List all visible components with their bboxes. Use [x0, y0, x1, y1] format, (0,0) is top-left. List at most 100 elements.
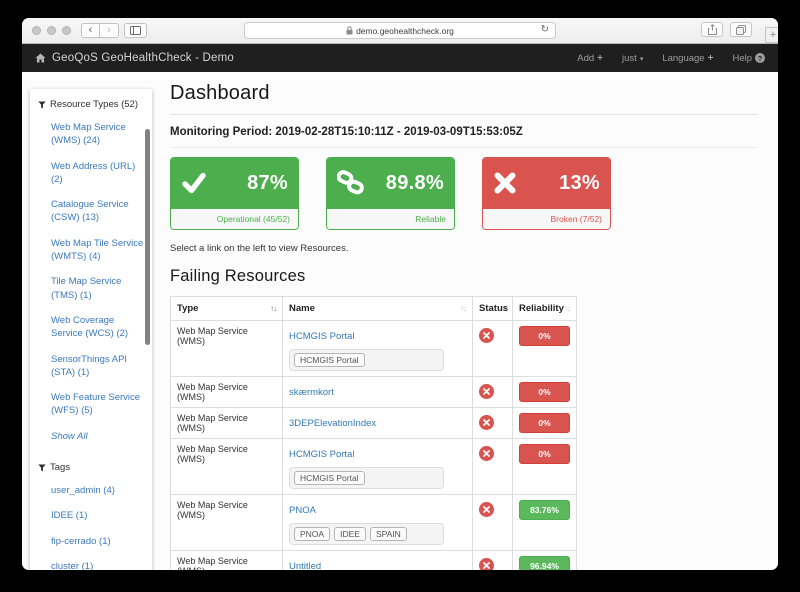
- resource-types-section: Resource Types (52) Web Map Service (WMS…: [38, 99, 146, 443]
- browser-chrome: ‹ › demo.geohealthcheck.org ↻ +: [22, 18, 778, 44]
- share-icon: [708, 24, 717, 35]
- home-icon[interactable]: [35, 53, 46, 63]
- sort-icon: ↑↓: [564, 304, 570, 313]
- table-row: Web Map Service (WMS) Untitled 96.94%: [171, 551, 577, 571]
- status-cell: [473, 408, 513, 439]
- tag-chip[interactable]: IDEE: [334, 527, 366, 541]
- plus-icon: +: [708, 53, 714, 64]
- sidebar-tag-idee[interactable]: IDEE (1): [38, 509, 146, 522]
- reliability-button[interactable]: 96.94%: [519, 556, 570, 570]
- url-text: demo.geohealthcheck.org: [356, 26, 454, 36]
- sidebar-item-tms[interactable]: Tile Map Service (TMS) (1): [38, 275, 146, 302]
- app-brand[interactable]: GeoQoS GeoHealthCheck - Demo: [52, 52, 234, 64]
- resource-link[interactable]: HCMGIS Portal: [289, 330, 354, 344]
- resource-type: Web Map Service (WMS): [171, 321, 283, 377]
- sidebar-show-all[interactable]: Show All: [38, 430, 146, 443]
- operational-label: Operational (45/52): [171, 208, 298, 229]
- address-bar[interactable]: demo.geohealthcheck.org ↻: [244, 22, 556, 39]
- navbar-item-language[interactable]: Language+: [662, 53, 713, 64]
- reliability-button[interactable]: 83.76%: [519, 500, 570, 520]
- status-error-icon[interactable]: [479, 415, 494, 430]
- resource-type: Web Map Service (WMS): [171, 439, 283, 495]
- reliability-button[interactable]: 0%: [519, 444, 570, 464]
- new-tab-button[interactable]: +: [765, 27, 778, 43]
- resource-link[interactable]: HCMGIS Portal: [289, 448, 354, 462]
- tag-list: PNOA IDEE SPAIN: [289, 523, 444, 545]
- link-icon: [337, 170, 364, 196]
- reliability-button[interactable]: 0%: [519, 413, 570, 433]
- sidebar-item-url[interactable]: Web Address (URL) (2): [38, 160, 146, 187]
- broken-label: Broken (7/52): [483, 208, 610, 229]
- hint-text: Select a link on the left to view Resour…: [170, 243, 758, 254]
- reliable-label: Reliable: [327, 208, 454, 229]
- status-cards: 87% Operational (45/52) 89.8% Reliable 1…: [170, 157, 758, 230]
- sidebar-icon: [130, 26, 141, 35]
- resource-types-header: Resource Types (52): [38, 99, 146, 110]
- check-icon: [181, 170, 207, 196]
- status-cell: [473, 377, 513, 408]
- reliable-card: 89.8% Reliable: [326, 157, 455, 230]
- zoom-window-button[interactable]: [62, 26, 71, 35]
- broken-percent: 13%: [559, 172, 600, 195]
- close-window-button[interactable]: [32, 26, 41, 35]
- table-row: Web Map Service (WMS) skærmkort 0%: [171, 377, 577, 408]
- column-header-reliability[interactable]: ↑↓Reliability: [513, 297, 577, 321]
- back-button[interactable]: ‹: [81, 23, 100, 38]
- status-error-icon[interactable]: [479, 328, 494, 343]
- sidebar-tag-fip-cerrado[interactable]: fip-cerrado (1): [38, 535, 146, 548]
- status-error-icon[interactable]: [479, 558, 494, 570]
- sidebar-toggle-button[interactable]: [124, 23, 147, 38]
- sidebar-item-wfs[interactable]: Web Feature Service (WFS) (5): [38, 391, 146, 418]
- column-header-name[interactable]: ↑↓Name: [283, 297, 473, 321]
- broken-card: 13% Broken (7/52): [482, 157, 611, 230]
- column-header-status[interactable]: ↑↓Status: [473, 297, 513, 321]
- navbar-item-add[interactable]: Add+: [577, 53, 603, 64]
- resource-link[interactable]: 3DEPElevationIndex: [289, 417, 376, 431]
- app-navbar: GeoQoS GeoHealthCheck - Demo Add+ just▾ …: [22, 44, 778, 72]
- resource-link[interactable]: Untitled: [289, 560, 321, 570]
- tabs-icon: [736, 25, 746, 35]
- sidebar-tag-user-admin[interactable]: user_admin (4): [38, 484, 146, 497]
- sidebar-tag-cluster[interactable]: cluster (1): [38, 560, 146, 570]
- sidebar-item-wms[interactable]: Web Map Service (WMS) (24): [38, 121, 146, 148]
- status-cell: [473, 439, 513, 495]
- chevron-down-icon: ▾: [640, 55, 644, 63]
- monitoring-period: Monitoring Period: 2019-02-28T15:10:11Z …: [170, 126, 758, 148]
- reliability-button[interactable]: 0%: [519, 382, 570, 402]
- browser-window: ‹ › demo.geohealthcheck.org ↻ + GeoQoS G…: [22, 18, 778, 570]
- sort-icon: ↑↓: [270, 304, 276, 313]
- sidebar-item-csw[interactable]: Catalogue Service (CSW) (13): [38, 198, 146, 225]
- status-error-icon[interactable]: [479, 446, 494, 461]
- sidebar-item-wcs[interactable]: Web Coverage Service (WCS) (2): [38, 314, 146, 341]
- minimize-window-button[interactable]: [47, 26, 56, 35]
- navbar-item-help[interactable]: Help?: [732, 53, 765, 64]
- tag-chip[interactable]: HCMGIS Portal: [294, 353, 365, 367]
- sidebar-scrollbar[interactable]: [145, 129, 150, 345]
- tags-header: Tags: [38, 462, 146, 473]
- failing-resources-table: ↑↓Type ↑↓Name ↑↓Status ↑↓Reliability Web…: [170, 296, 577, 570]
- status-error-icon[interactable]: [479, 384, 494, 399]
- reliability-button[interactable]: 0%: [519, 326, 570, 346]
- refresh-icon[interactable]: ↻: [541, 24, 549, 35]
- status-error-icon[interactable]: [479, 502, 494, 517]
- status-cell: [473, 321, 513, 377]
- tag-chip[interactable]: SPAIN: [370, 527, 407, 541]
- question-icon: ?: [755, 53, 765, 63]
- tag-chip[interactable]: PNOA: [294, 527, 330, 541]
- tabs-button[interactable]: [730, 22, 752, 37]
- resource-link[interactable]: PNOA: [289, 504, 316, 518]
- column-header-type[interactable]: ↑↓Type: [171, 297, 283, 321]
- main-content: Dashboard Monitoring Period: 2019-02-28T…: [170, 72, 778, 570]
- sidebar-item-sta[interactable]: SensorThings API (STA) (1): [38, 353, 146, 380]
- tags-section: Tags user_admin (4) IDEE (1) fip-cerrado…: [38, 462, 146, 570]
- forward-button[interactable]: ›: [100, 23, 119, 38]
- resource-link[interactable]: skærmkort: [289, 386, 334, 400]
- x-icon: [493, 171, 517, 195]
- resource-type: Web Map Service (WMS): [171, 495, 283, 551]
- page-title: Dashboard: [170, 82, 758, 115]
- sidebar-item-wmts[interactable]: Web Map Tile Service (WMTS) (4): [38, 237, 146, 264]
- tag-chip[interactable]: HCMGIS Portal: [294, 471, 365, 485]
- status-cell: [473, 551, 513, 571]
- navbar-item-user-menu[interactable]: just▾: [622, 53, 643, 64]
- share-button[interactable]: [701, 22, 723, 37]
